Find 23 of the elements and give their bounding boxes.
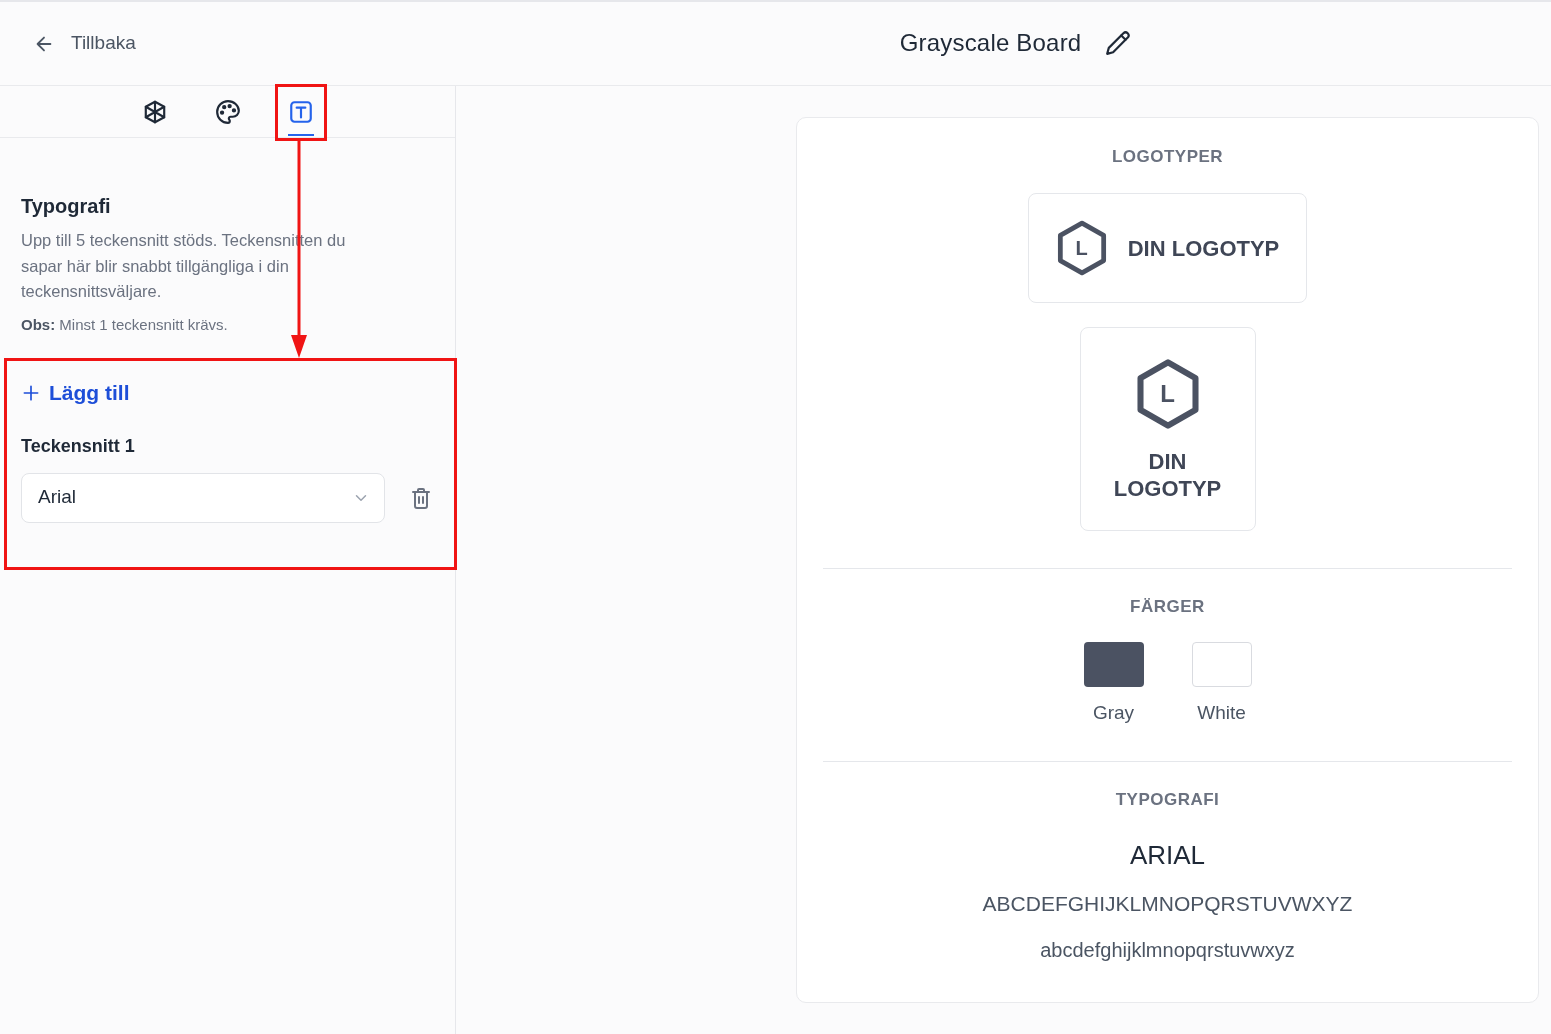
section-heading: Typografi	[21, 194, 112, 218]
field-label: Teckensnitt 1	[21, 434, 136, 458]
logo-mark: L	[1055, 218, 1108, 278]
color-name: Gray	[1092, 701, 1135, 724]
section-heading: LOGOTYPER	[1110, 147, 1225, 167]
lowercase-sample: abcdefghijklmnopqrstuvwxyz	[1039, 938, 1296, 962]
uppercase-sample: ABCDEFGHIJKLMNOPQRSTUVWXYZ	[981, 891, 1354, 916]
edit-button[interactable]	[1105, 30, 1132, 57]
palette-icon[interactable]	[214, 98, 241, 125]
section-heading: TYPOGRAFI	[1114, 790, 1221, 810]
font-select[interactable]: Arial	[21, 472, 385, 523]
color-name: White	[1197, 701, 1246, 724]
logo-text: DIN LOGOTYP	[1127, 234, 1280, 262]
delete-button[interactable]	[409, 485, 433, 510]
letter-t-icon[interactable]	[287, 98, 314, 125]
note-text: Obs: Minst 1 teckensnitt krävs.	[21, 314, 229, 335]
section-heading: FÄRGER	[1129, 597, 1206, 617]
board-title: Grayscale Board	[899, 29, 1082, 58]
font-name: ARIAL	[1128, 840, 1207, 871]
logo-text: DIN LOGOTYP	[1112, 448, 1223, 502]
add-button[interactable]: Lägg till	[21, 377, 130, 409]
back-button[interactable]: Tillbaka	[33, 29, 136, 58]
logo-mark: L	[1134, 356, 1201, 432]
